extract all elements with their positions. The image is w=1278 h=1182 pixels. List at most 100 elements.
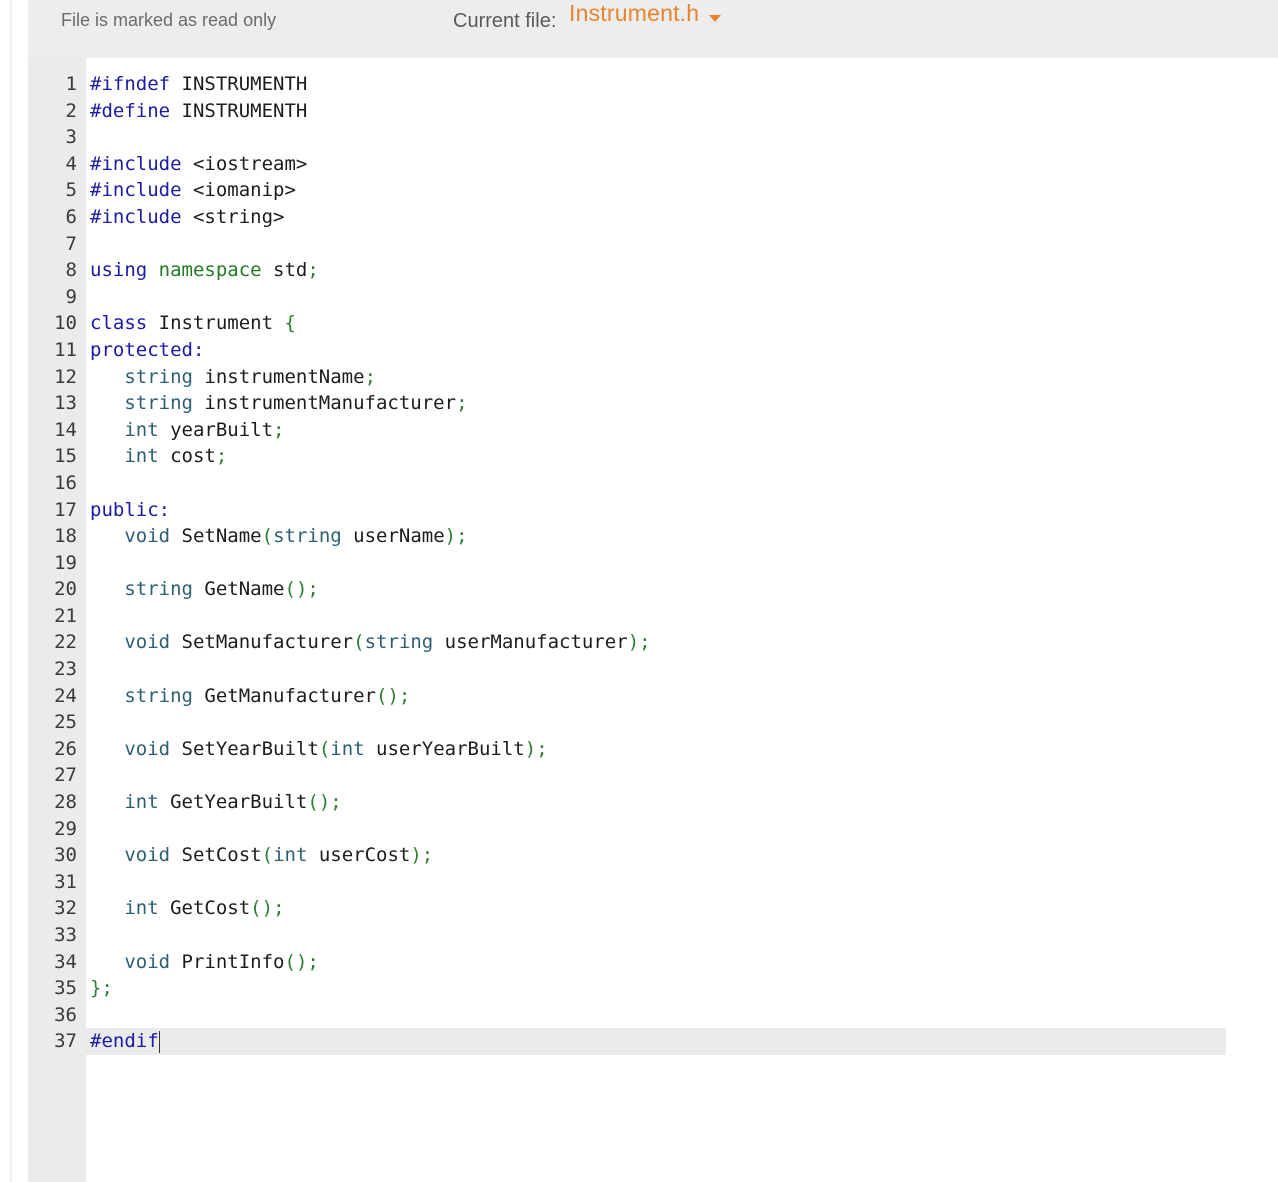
line-number: 3 xyxy=(65,126,77,149)
code-lines[interactable]: 1 #ifndef INSTRUMENTH 2 #define INSTRUMENTH… xyxy=(28,71,1278,1055)
code-line[interactable]: 23 xyxy=(28,656,1278,683)
code-line[interactable]: 1 #ifndef INSTRUMENTH xyxy=(28,71,1278,98)
line-number: 7 xyxy=(65,232,77,255)
line-number: 22 xyxy=(54,631,77,654)
code-text[interactable]: using namespace std; xyxy=(90,257,319,284)
line-number: 30 xyxy=(54,844,77,867)
code-text[interactable]: void SetYearBuilt(int userYearBuilt); xyxy=(90,736,547,763)
code-line[interactable]: 31 xyxy=(28,869,1278,896)
code-line[interactable]: 15 int cost; xyxy=(28,443,1278,470)
code-text[interactable]: int GetCost(); xyxy=(90,895,284,922)
line-number: 16 xyxy=(54,471,77,494)
line-number: 14 xyxy=(54,418,77,441)
code-line[interactable]: 18 void SetName(string userName); xyxy=(28,523,1278,550)
file-selector-dropdown[interactable]: Instrument.h xyxy=(569,0,722,27)
line-number: 13 xyxy=(54,392,77,415)
line-number: 29 xyxy=(54,817,77,840)
code-text[interactable]: string instrumentManufacturer; xyxy=(90,390,467,417)
code-line[interactable]: 30 void SetCost(int userCost); xyxy=(28,842,1278,869)
code-line[interactable]: 12 string instrumentName; xyxy=(28,364,1278,391)
code-line[interactable]: 11 protected: xyxy=(28,337,1278,364)
code-line[interactable]: 34 void PrintInfo(); xyxy=(28,949,1278,976)
code-line[interactable]: 13 string instrumentManufacturer; xyxy=(28,390,1278,417)
line-number: 20 xyxy=(54,578,77,601)
code-editor[interactable]: 1 #ifndef INSTRUMENTH 2 #define INSTRUMENTH… xyxy=(28,58,1278,1182)
code-text[interactable]: void PrintInfo(); xyxy=(90,949,319,976)
code-text[interactable]: void SetCost(int userCost); xyxy=(90,842,433,869)
line-number: 35 xyxy=(54,977,77,1000)
line-number: 18 xyxy=(54,525,77,548)
code-text[interactable]: string GetManufacturer(); xyxy=(90,683,410,710)
line-number: 34 xyxy=(54,950,77,973)
code-line[interactable]: 10 class Instrument { xyxy=(28,310,1278,337)
line-number: 36 xyxy=(54,1003,77,1026)
line-number: 9 xyxy=(65,285,77,308)
code-line[interactable]: 32 int GetCost(); xyxy=(28,895,1278,922)
code-line[interactable]: 16 xyxy=(28,470,1278,497)
code-text[interactable]: int cost; xyxy=(90,443,227,470)
code-text[interactable]: string instrumentName; xyxy=(90,364,376,391)
code-line[interactable]: 8 using namespace std; xyxy=(28,257,1278,284)
line-number: 33 xyxy=(54,924,77,946)
code-line[interactable]: 36 xyxy=(28,1002,1278,1029)
code-line[interactable]: 20 string GetName(); xyxy=(28,576,1278,603)
line-number: 4 xyxy=(65,152,77,175)
code-text[interactable]: #include <string> xyxy=(90,204,284,231)
code-line[interactable]: 21 xyxy=(28,603,1278,630)
line-number: 37 xyxy=(54,1030,77,1053)
code-line[interactable]: 37 #endif xyxy=(28,1028,1278,1055)
code-line[interactable]: 29 xyxy=(28,816,1278,843)
code-text[interactable]: #include <iomanip> xyxy=(90,177,296,204)
code-text[interactable]: #include <iostream> xyxy=(90,151,307,178)
code-text[interactable]: #define INSTRUMENTH xyxy=(90,98,307,125)
current-file-label: Current file: xyxy=(453,10,557,32)
code-text[interactable]: string GetName(); xyxy=(90,576,319,603)
code-text[interactable]: class Instrument { xyxy=(90,310,296,337)
line-number: 10 xyxy=(54,312,77,335)
line-number: 26 xyxy=(54,737,77,760)
line-number: 8 xyxy=(65,259,77,282)
code-line[interactable]: 9 xyxy=(28,284,1278,311)
line-number: 5 xyxy=(65,179,77,202)
code-line[interactable]: 3 xyxy=(28,124,1278,151)
editor-header: File is marked as read only Current file… xyxy=(28,0,1278,58)
line-number: 17 xyxy=(54,498,77,521)
code-text[interactable]: #endif xyxy=(90,1028,160,1055)
line-number: 27 xyxy=(54,764,77,787)
line-number: 2 xyxy=(65,99,77,122)
code-line[interactable]: 22 void SetManufacturer(string userManuf… xyxy=(28,629,1278,656)
code-line[interactable]: 4 #include <iostream> xyxy=(28,151,1278,178)
code-line[interactable]: 14 int yearBuilt; xyxy=(28,417,1278,444)
code-text[interactable]: #ifndef INSTRUMENTH xyxy=(90,71,307,98)
code-line[interactable]: 26 void SetYearBuilt(int userYearBuilt); xyxy=(28,736,1278,763)
code-line[interactable]: 2 #define INSTRUMENTH xyxy=(28,98,1278,125)
line-number: 24 xyxy=(54,684,77,707)
code-line[interactable]: 27 xyxy=(28,762,1278,789)
code-line[interactable]: 28 int GetYearBuilt(); xyxy=(28,789,1278,816)
code-line[interactable]: 7 xyxy=(28,231,1278,258)
code-text[interactable]: public: xyxy=(90,497,170,524)
code-text[interactable]: int yearBuilt; xyxy=(90,417,284,444)
line-number: 6 xyxy=(65,205,77,228)
current-file-name[interactable]: Instrument.h xyxy=(569,0,699,27)
code-line[interactable]: 24 string GetManufacturer(); xyxy=(28,683,1278,710)
code-line[interactable]: 35}; xyxy=(28,975,1278,1002)
code-text[interactable]: int GetYearBuilt(); xyxy=(90,789,341,816)
line-number: 12 xyxy=(54,365,77,388)
code-line[interactable]: 5 #include <iomanip> xyxy=(28,177,1278,204)
code-line[interactable]: 33 xyxy=(28,922,1278,949)
code-text[interactable]: void SetName(string userName); xyxy=(90,523,467,550)
text-cursor xyxy=(158,1030,160,1053)
line-number: 32 xyxy=(54,897,77,920)
code-line[interactable]: 19 xyxy=(28,550,1278,577)
readonly-notice: File is marked as read only xyxy=(61,10,277,30)
code-text[interactable]: }; xyxy=(90,975,113,1002)
code-text[interactable]: void SetManufacturer(string userManufact… xyxy=(90,629,650,656)
code-line[interactable]: 17 public: xyxy=(28,497,1278,524)
code-line[interactable]: 25 xyxy=(28,709,1278,736)
chevron-down-icon[interactable] xyxy=(709,15,722,22)
line-number: 25 xyxy=(54,711,77,734)
code-line[interactable]: 6 #include <string> xyxy=(28,204,1278,231)
code-text[interactable]: protected: xyxy=(90,337,204,364)
line-number: 1 xyxy=(65,73,77,95)
